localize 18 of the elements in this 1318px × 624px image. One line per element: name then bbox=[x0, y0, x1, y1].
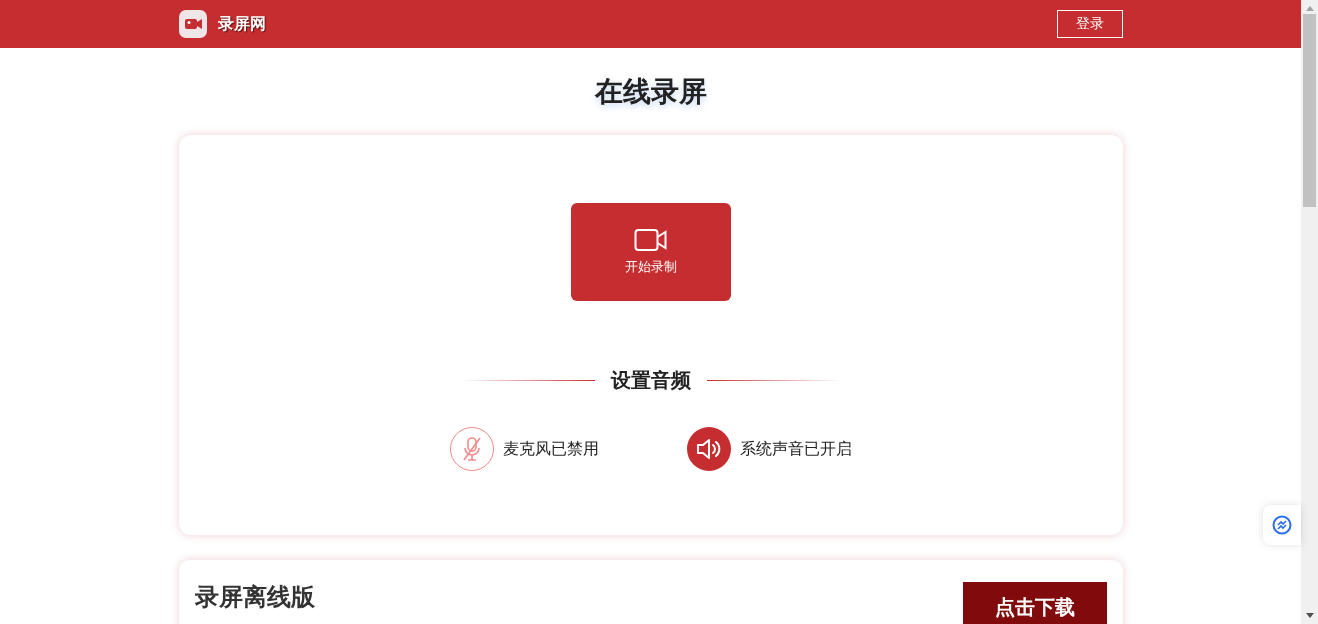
login-button[interactable]: 登录 bbox=[1056, 10, 1123, 38]
video-camera-icon bbox=[633, 228, 668, 252]
speaker-toggle[interactable]: 系统声音已开启 bbox=[686, 427, 852, 471]
start-recording-button[interactable]: 开始录制 bbox=[570, 203, 731, 301]
scrollbar[interactable] bbox=[1301, 0, 1318, 624]
scroll-down-icon[interactable] bbox=[1305, 613, 1314, 618]
floating-widget[interactable] bbox=[1263, 505, 1301, 545]
site-name: 录屏网 bbox=[217, 13, 267, 35]
offline-version-title: 录屏离线版 bbox=[194, 582, 315, 612]
scroll-up-icon[interactable] bbox=[1305, 6, 1314, 11]
scrollbar-thumb[interactable] bbox=[1303, 14, 1316, 207]
muted-microphone-icon bbox=[460, 436, 483, 462]
microphone-toggle[interactable]: 麦克风已禁用 bbox=[449, 427, 599, 471]
audio-settings-heading: 设置音频 bbox=[610, 367, 691, 394]
logo-icon bbox=[178, 10, 207, 38]
page-title: 在线录屏 bbox=[593, 74, 708, 110]
download-button[interactable]: 点击下载 bbox=[962, 582, 1107, 624]
speaker-icon bbox=[695, 438, 722, 460]
